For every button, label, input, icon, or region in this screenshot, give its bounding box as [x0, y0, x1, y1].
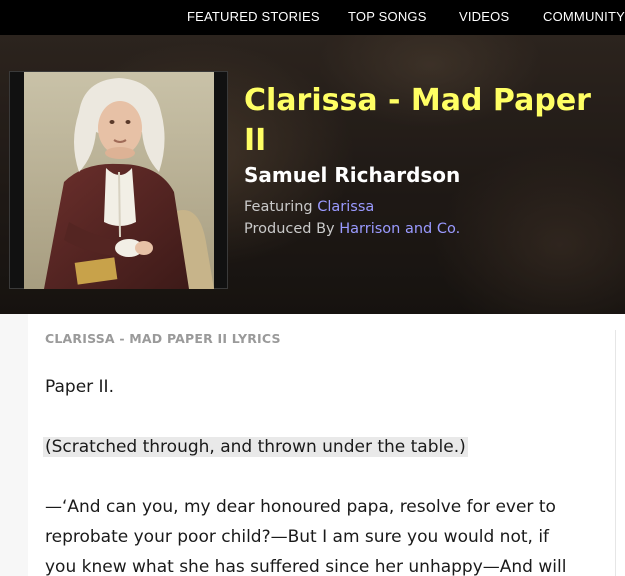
producer-link[interactable]: Harrison and Co. — [339, 221, 460, 237]
artist-name[interactable]: Samuel Richardson — [244, 163, 460, 187]
nav-videos[interactable]: VIDEOS — [459, 9, 509, 24]
lyric-line-annotated[interactable]: (Scratched through, and thrown under the… — [43, 432, 468, 462]
left-gutter — [0, 314, 28, 576]
lyric-line[interactable]: Paper II. — [45, 372, 114, 402]
lyric-line[interactable]: you knew what she has suffered since her… — [45, 552, 566, 576]
producer-label: Produced By — [244, 221, 335, 237]
producer-credit: Produced By Harrison and Co. — [244, 221, 460, 237]
nav-top-songs[interactable]: TOP SONGS — [348, 9, 427, 24]
right-divider — [615, 330, 616, 576]
top-nav: FEATURED STORIES TOP SONGS VIDEOS COMMUN… — [0, 0, 625, 35]
annotation-highlight[interactable]: (Scratched through, and thrown under the… — [43, 437, 468, 457]
song-title-line1: Clarissa - Mad Paper — [244, 83, 591, 118]
featuring-link[interactable]: Clarissa — [317, 199, 374, 215]
portrait-image-icon — [24, 72, 214, 289]
cover-art[interactable] — [9, 71, 228, 289]
lyric-line[interactable]: reprobate your poor child?—But I am sure… — [45, 522, 549, 552]
featuring-label: Featuring — [244, 199, 313, 215]
lyrics-heading: CLARISSA - MAD PAPER II LYRICS — [45, 331, 281, 346]
featuring-credit: Featuring Clarissa — [244, 199, 374, 215]
nav-featured-stories[interactable]: FEATURED STORIES — [187, 9, 320, 24]
lyric-line[interactable]: —‘And can you, my dear honoured papa, re… — [45, 492, 556, 522]
nav-community[interactable]: COMMUNITY — [543, 9, 625, 24]
song-title: Clarissa - Mad Paper II — [244, 81, 604, 161]
song-header: Clarissa - Mad Paper II Samuel Richardso… — [0, 35, 625, 314]
song-title-line2: II — [244, 123, 267, 158]
